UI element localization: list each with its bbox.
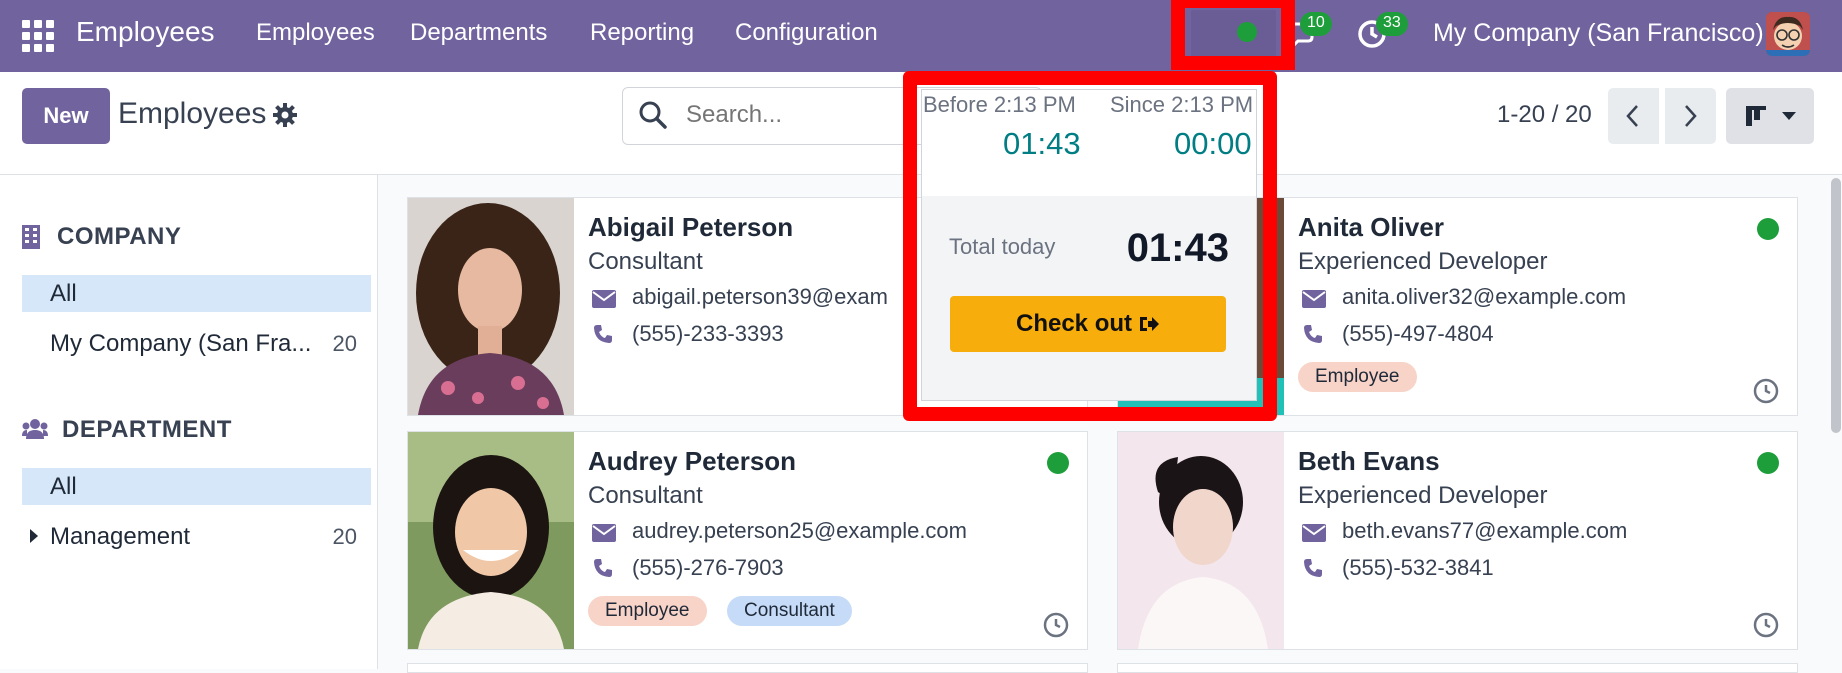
envelope-icon: [1302, 290, 1326, 308]
search-panel: COMPANY All My Company (San Fra... 20 DE…: [0, 175, 378, 669]
activity-clock-icon[interactable]: [1043, 612, 1069, 638]
menu-departments[interactable]: Departments: [410, 18, 547, 48]
envelope-icon: [592, 524, 616, 542]
envelope-icon: [592, 290, 616, 308]
envelope-icon: [1302, 524, 1326, 542]
building-icon: [22, 225, 40, 249]
employee-email[interactable]: anita.oliver32@example.com: [1342, 284, 1626, 310]
user-avatar[interactable]: [1766, 12, 1810, 56]
employee-name: Anita Oliver: [1298, 212, 1444, 242]
gear-icon[interactable]: [272, 102, 298, 128]
menu-reporting[interactable]: Reporting: [590, 18, 694, 48]
search-input[interactable]: [686, 101, 886, 129]
activities-counter: 33: [1376, 12, 1408, 36]
employee-job: Consultant: [588, 248, 703, 275]
company-switcher[interactable]: My Company (San Francisco): [1433, 18, 1764, 48]
employee-name: Abigail Peterson: [588, 212, 794, 242]
filter-label: All: [50, 280, 77, 307]
tag-employee[interactable]: Employee: [1298, 362, 1417, 392]
employee-phone[interactable]: (555)-497-4804: [1342, 321, 1494, 347]
chevron-right-icon: [1685, 105, 1697, 127]
employee-name: Beth Evans: [1298, 446, 1440, 476]
filter-label: Management: [50, 523, 191, 550]
tag-consultant[interactable]: Consultant: [727, 596, 852, 626]
presence-online-icon: [1047, 452, 1069, 474]
employee-phone[interactable]: (555)-532-3841: [1342, 555, 1494, 581]
employee-phone[interactable]: (555)-233-3393: [632, 321, 784, 347]
filter-count: 20: [332, 524, 357, 549]
phone-icon: [1304, 559, 1322, 577]
employee-job: Consultant: [588, 482, 703, 509]
filter-count: 20: [332, 331, 357, 356]
phone-icon: [594, 325, 612, 343]
employee-job: Experienced Developer: [1298, 248, 1548, 275]
employee-photo: [408, 432, 574, 649]
caret-right-icon[interactable]: [30, 529, 38, 543]
highlight-box-systray: [1171, 0, 1295, 70]
company-filter-all[interactable]: All: [22, 275, 371, 312]
pager-value[interactable]: 1-20 / 20: [1497, 100, 1592, 130]
company-filter-my-company[interactable]: My Company (San Fra... 20: [22, 325, 371, 362]
activity-clock-icon[interactable]: [1753, 612, 1779, 638]
employee-photo: [1118, 432, 1284, 649]
department-filter-management[interactable]: Management 20: [22, 518, 371, 555]
messages-counter: 10: [1300, 12, 1332, 36]
employee-email[interactable]: abigail.peterson39@exam: [632, 284, 888, 310]
phone-icon: [1304, 325, 1322, 343]
caret-down-icon: [1782, 112, 1796, 120]
apps-menu-icon[interactable]: [22, 20, 54, 52]
app-name[interactable]: Employees: [76, 14, 215, 50]
presence-online-icon: [1757, 452, 1779, 474]
tag-employee[interactable]: Employee: [588, 596, 707, 626]
filter-label: All: [50, 473, 77, 500]
department-section-title: DEPARTMENT: [62, 416, 232, 443]
filter-label: My Company (San Fra...: [50, 330, 312, 357]
view-switcher-button[interactable]: [1726, 88, 1814, 144]
company-section-title: COMPANY: [57, 223, 182, 250]
employee-job: Experienced Developer: [1298, 482, 1548, 509]
phone-icon: [594, 559, 612, 577]
scrollbar[interactable]: [1831, 178, 1841, 433]
menu-configuration[interactable]: Configuration: [735, 18, 878, 48]
breadcrumb-title: Employees: [118, 97, 267, 130]
chevron-left-icon: [1626, 105, 1638, 127]
activity-clock-icon[interactable]: [1753, 378, 1779, 404]
employee-card[interactable]: Beth Evans Experienced Developer beth.ev…: [1117, 431, 1798, 650]
users-icon: [22, 419, 48, 439]
menu-employees[interactable]: Employees: [256, 18, 375, 48]
employee-name: Audrey Peterson: [588, 446, 797, 476]
department-filter-all[interactable]: All: [22, 468, 371, 505]
employee-photo: [408, 198, 574, 415]
top-navbar: Employees Employees Departments Reportin…: [0, 0, 1842, 72]
highlight-box-popover: [903, 71, 1277, 421]
employee-email[interactable]: beth.evans77@example.com: [1342, 518, 1627, 544]
pager-previous-button[interactable]: [1608, 88, 1659, 144]
pager-next-button[interactable]: [1665, 88, 1716, 144]
employee-email[interactable]: audrey.peterson25@example.com: [632, 518, 967, 544]
employee-card[interactable]: [407, 663, 1088, 673]
employee-card[interactable]: Audrey Peterson Consultant audrey.peters…: [407, 431, 1088, 650]
employee-card[interactable]: [1117, 663, 1798, 673]
search-icon[interactable]: [638, 100, 668, 130]
kanban-view-icon: [1746, 106, 1766, 126]
presence-online-icon: [1757, 218, 1779, 240]
new-button[interactable]: New: [22, 88, 110, 144]
employee-phone[interactable]: (555)-276-7903: [632, 555, 784, 581]
